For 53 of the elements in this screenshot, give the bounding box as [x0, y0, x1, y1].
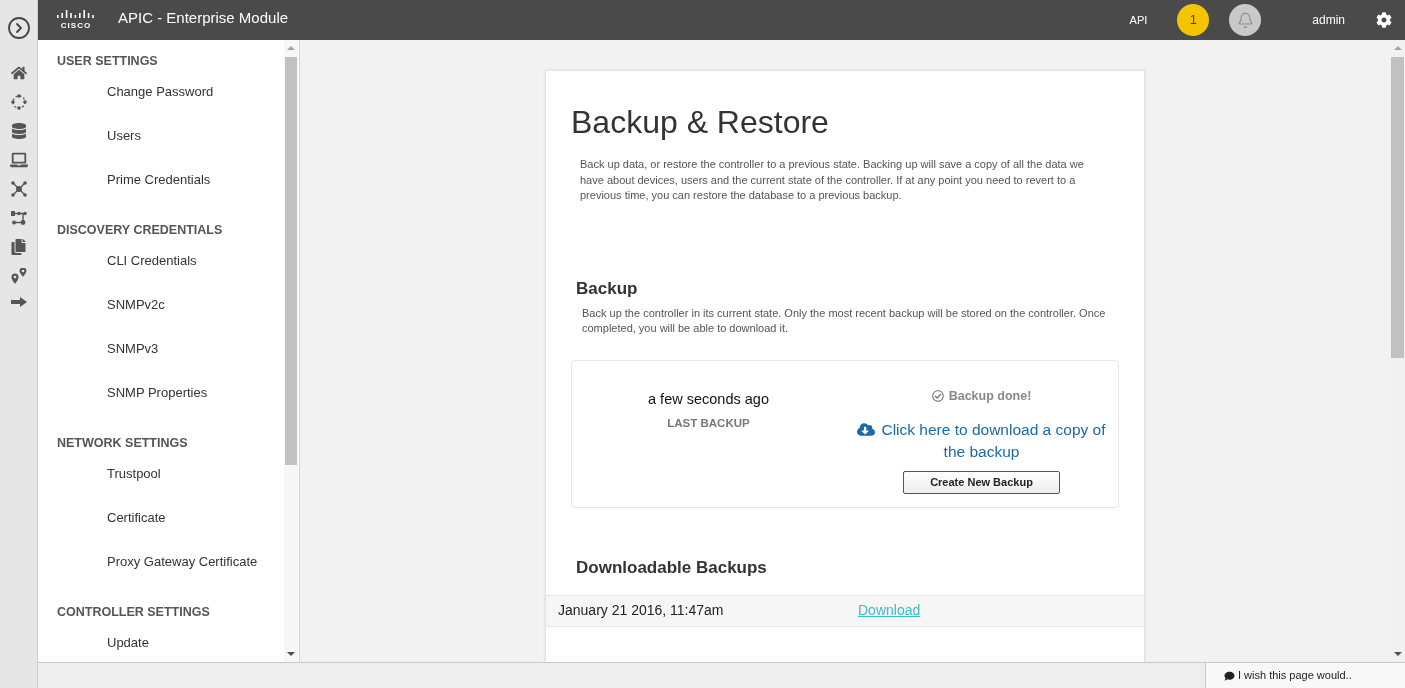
- sidebar-item[interactable]: Proxy Gateway Certificate: [107, 552, 258, 572]
- map-pins-icon[interactable]: [10, 268, 27, 284]
- laptop-icon[interactable]: [9, 152, 28, 168]
- sidebar-section-heading: DISCOVERY CREDENTIALS: [57, 221, 223, 239]
- notifications-bell-button[interactable]: [1229, 4, 1262, 36]
- bell-icon: [1236, 11, 1254, 29]
- sidebar-item[interactable]: Certificate: [107, 508, 166, 528]
- last-backup-time: a few seconds ago: [648, 389, 769, 408]
- scroll-down-icon[interactable]: [1393, 652, 1402, 656]
- create-backup-button[interactable]: Create New Backup: [903, 470, 1060, 494]
- expand-menu-icon[interactable]: [6, 16, 31, 40]
- sidebar-item[interactable]: CLI Credentials: [107, 251, 197, 271]
- sidebar-item[interactable]: Users: [107, 126, 141, 146]
- section-heading: Downloadable Backups: [576, 556, 767, 579]
- topology-icon[interactable]: [10, 210, 27, 226]
- download-copy-link[interactable]: Click here to download a copy of the backup: [846, 418, 1117, 463]
- sidebar-item[interactable]: SNMPv2c: [107, 295, 165, 315]
- dotted-ring-icon[interactable]: [10, 94, 27, 110]
- feedback-button[interactable]: I wish this page would..: [1205, 663, 1405, 688]
- app-title: APIC - Enterprise Module: [118, 7, 289, 28]
- section-heading: Backup: [576, 277, 638, 300]
- home-icon[interactable]: [10, 65, 27, 81]
- notification-count-badge[interactable]: 1: [1177, 4, 1210, 36]
- arrow-right-icon[interactable]: [10, 297, 27, 307]
- sidebar-item[interactable]: Update: [107, 633, 149, 653]
- user-menu[interactable]: admin: [1312, 11, 1345, 29]
- sidebar-item[interactable]: Trustpool: [107, 464, 161, 484]
- page-title: Backup & Restore: [571, 103, 829, 142]
- cloud-download-icon: [857, 421, 876, 437]
- sidebar-item[interactable]: SNMPv3: [107, 339, 159, 359]
- documents-icon[interactable]: [11, 239, 26, 255]
- backup-status: Backup done!: [948, 387, 1032, 404]
- sidebar-section-heading: NETWORK SETTINGS: [57, 434, 188, 452]
- page-description: Back up data, or restore the controller to a previous state. Backing up will save a copy of all the data we have about devices, users and the current state of the controller. If at any point you need to revert to a previous time, you can restore the database to a previous backup.: [580, 157, 1085, 203]
- sidebar-item[interactable]: Change Password: [107, 82, 214, 102]
- scroll-down-icon[interactable]: [287, 652, 295, 656]
- api-link[interactable]: API: [1129, 11, 1148, 29]
- scrollbar-thumb[interactable]: [285, 57, 297, 465]
- scrollbar[interactable]: [284, 40, 298, 662]
- speech-bubble-icon: [1224, 670, 1235, 681]
- settings-icon[interactable]: [1376, 12, 1392, 28]
- logo-bars-icon: [57, 10, 95, 18]
- sidebar-section-heading: USER SETTINGS: [57, 52, 158, 70]
- scrollbar-thumb[interactable]: [1391, 57, 1404, 358]
- database-icon[interactable]: [11, 123, 26, 139]
- sidebar-item[interactable]: Prime Credentials: [107, 170, 211, 190]
- section-description: Back up the controller in its current state. Only the most recent backup will be stored on the controller. Once completed, you will be able to download it.: [582, 305, 1107, 336]
- table-cell-text: January 21 2016, 11:47am: [557, 601, 724, 620]
- network-hub-icon[interactable]: [10, 181, 27, 197]
- last-backup-label: LAST BACKUP: [667, 415, 750, 431]
- logo-text: CISCO: [60, 21, 92, 30]
- sidebar-item[interactable]: SNMP Properties: [107, 383, 208, 403]
- sidebar-section-heading: CONTROLLER SETTINGS: [57, 603, 210, 621]
